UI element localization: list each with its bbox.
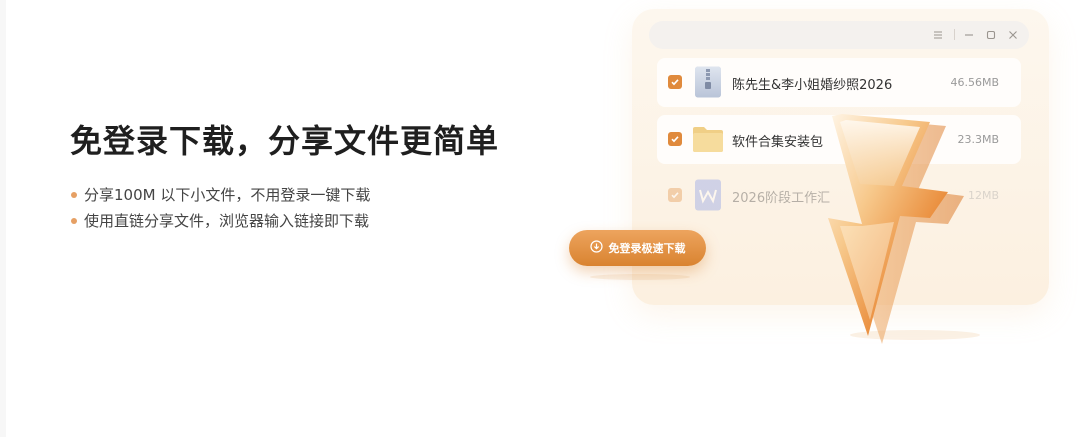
button-label: 免登录极速下载 xyxy=(608,242,686,255)
checkmark-icon xyxy=(671,136,679,143)
minimize-icon[interactable] xyxy=(962,27,976,41)
word-doc-icon xyxy=(694,179,722,211)
titlebar-divider xyxy=(954,29,955,40)
file-checkbox[interactable] xyxy=(668,75,682,89)
feature-text: 使用直链分享文件，浏览器输入链接即下载 xyxy=(84,212,370,230)
window-titlebar xyxy=(649,21,1029,49)
folder-icon xyxy=(692,123,724,155)
feature-list: 分享100M 以下小文件，不用登录一键下载 使用直链分享文件，浏览器输入链接即下… xyxy=(70,184,370,236)
bullet-dot xyxy=(71,192,77,198)
file-name: 陈先生&李小姐婚纱照2026 xyxy=(732,78,893,93)
maximize-icon[interactable] xyxy=(984,27,998,41)
file-checkbox[interactable] xyxy=(668,132,682,146)
checkmark-icon xyxy=(671,79,679,86)
feature-text: 分享100M 以下小文件，不用登录一键下载 xyxy=(84,186,371,204)
checkmark-icon xyxy=(671,192,679,199)
button-shadow xyxy=(590,274,690,280)
menu-icon[interactable] xyxy=(931,27,945,41)
download-icon xyxy=(589,240,603,256)
left-edge-strip xyxy=(0,0,6,437)
free-download-button[interactable]: 免登录极速下载 xyxy=(569,230,706,266)
file-row[interactable]: 陈先生&李小姐婚纱照2026 46.56MB xyxy=(657,58,1021,107)
bullet-dot xyxy=(71,218,77,224)
zip-file-icon xyxy=(694,66,722,98)
close-icon[interactable] xyxy=(1006,27,1020,41)
feature-item: 分享100M 以下小文件，不用登录一键下载 xyxy=(70,184,370,210)
feature-item: 使用直链分享文件，浏览器输入链接即下载 xyxy=(70,210,370,236)
file-checkbox[interactable] xyxy=(668,188,682,202)
page-title: 免登录下载，分享文件更简单 xyxy=(70,122,500,160)
file-size: 46.56MB xyxy=(950,76,999,89)
lightning-bolt-icon xyxy=(828,114,964,344)
